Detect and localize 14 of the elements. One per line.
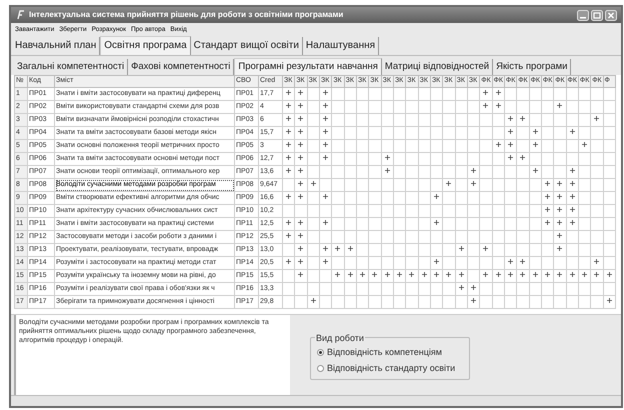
close-icon[interactable] xyxy=(605,10,617,20)
window-title: Інтелектуальна система прийняття рішень для роботи з освітніми програмами xyxy=(29,9,344,21)
radio-button[interactable] xyxy=(317,349,324,356)
tab[interactable]: Налаштування xyxy=(302,37,380,55)
tab[interactable]: Програмні результати навчання xyxy=(234,58,382,75)
radio-label[interactable]: Відповідність стандарту освіти xyxy=(327,362,456,375)
group-title: Вид роботи xyxy=(315,332,365,346)
tab[interactable]: Стандарт вищої освіти xyxy=(190,37,303,55)
radio-button[interactable] xyxy=(317,364,324,372)
maximize-icon[interactable] xyxy=(591,10,603,20)
minimize-icon[interactable] xyxy=(577,10,589,20)
app-icon xyxy=(15,10,25,20)
tab[interactable]: Освітня програма xyxy=(100,36,191,55)
radio-label[interactable]: Відповідність компетенціям xyxy=(327,346,442,360)
